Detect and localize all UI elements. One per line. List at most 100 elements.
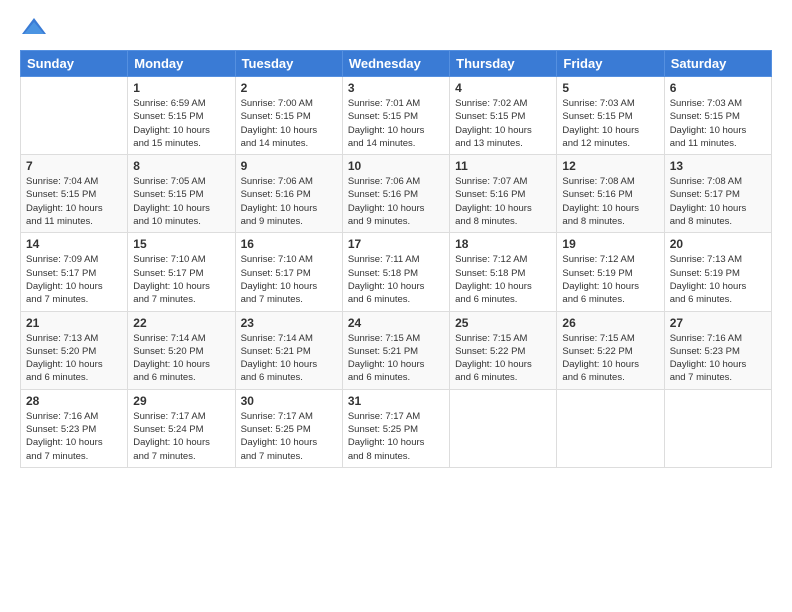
day-info: Sunrise: 7:06 AMSunset: 5:16 PMDaylight:… xyxy=(241,175,337,228)
calendar-cell: 10 Sunrise: 7:06 AMSunset: 5:16 PMDayligh… xyxy=(342,155,449,233)
day-number: 10 xyxy=(348,159,444,173)
calendar-cell: 26 Sunrise: 7:15 AMSunset: 5:22 PMDayligh… xyxy=(557,311,664,389)
calendar-cell: 14Sunrise: 7:09 AMSunset: 5:17 PMDayligh… xyxy=(21,233,128,311)
calendar-cell: 4 Sunrise: 7:02 AMSunset: 5:15 PMDaylight… xyxy=(450,77,557,155)
day-info: Sunrise: 7:15 AMSunset: 5:22 PMDaylight:… xyxy=(562,332,658,385)
calendar-cell: 17Sunrise: 7:11 AMSunset: 5:18 PMDayligh… xyxy=(342,233,449,311)
day-number: 24 xyxy=(348,316,444,330)
day-info: Sunrise: 7:17 AMSunset: 5:25 PMDaylight:… xyxy=(348,410,444,463)
day-info: Sunrise: 7:02 AMSunset: 5:15 PMDaylight:… xyxy=(455,97,551,150)
day-number: 4 xyxy=(455,81,551,95)
calendar-cell: 24 Sunrise: 7:15 AMSunset: 5:21 PMDayligh… xyxy=(342,311,449,389)
day-number: 31 xyxy=(348,394,444,408)
day-info: Sunrise: 7:04 AMSunset: 5:15 PMDaylight:… xyxy=(26,175,122,228)
calendar-cell: 25 Sunrise: 7:15 AMSunset: 5:22 PMDayligh… xyxy=(450,311,557,389)
day-info: Sunrise: 7:15 AMSunset: 5:21 PMDaylight:… xyxy=(348,332,444,385)
day-number: 2 xyxy=(241,81,337,95)
day-number: 27 xyxy=(670,316,766,330)
day-info: Sunrise: 7:15 AMSunset: 5:22 PMDaylight:… xyxy=(455,332,551,385)
calendar-cell xyxy=(557,389,664,467)
page: SundayMondayTuesdayWednesdayThursdayFrid… xyxy=(0,0,792,612)
day-info: Sunrise: 7:16 AMSunset: 5:23 PMDaylight:… xyxy=(670,332,766,385)
day-number: 28 xyxy=(26,394,122,408)
calendar-cell: 6 Sunrise: 7:03 AMSunset: 5:15 PMDaylight… xyxy=(664,77,771,155)
day-number: 30 xyxy=(241,394,337,408)
calendar-cell: 30 Sunrise: 7:17 AMSunset: 5:25 PMDayligh… xyxy=(235,389,342,467)
day-number: 7 xyxy=(26,159,122,173)
calendar-cell: 22 Sunrise: 7:14 AMSunset: 5:20 PMDayligh… xyxy=(128,311,235,389)
day-info: Sunrise: 7:07 AMSunset: 5:16 PMDaylight:… xyxy=(455,175,551,228)
day-info: Sunrise: 7:17 AMSunset: 5:24 PMDaylight:… xyxy=(133,410,229,463)
calendar-cell: 7 Sunrise: 7:04 AMSunset: 5:15 PMDaylight… xyxy=(21,155,128,233)
day-info: Sunrise: 7:08 AMSunset: 5:17 PMDaylight:… xyxy=(670,175,766,228)
day-info: Sunrise: 7:17 AMSunset: 5:25 PMDaylight:… xyxy=(241,410,337,463)
day-number: 14 xyxy=(26,237,122,251)
day-number: 11 xyxy=(455,159,551,173)
calendar-cell: 19Sunrise: 7:12 AMSunset: 5:19 PMDayligh… xyxy=(557,233,664,311)
logo xyxy=(20,16,52,38)
weekday-header: Saturday xyxy=(664,51,771,77)
calendar-cell: 31 Sunrise: 7:17 AMSunset: 5:25 PMDayligh… xyxy=(342,389,449,467)
day-number: 1 xyxy=(133,81,229,95)
calendar-cell: 1 Sunrise: 6:59 AMSunset: 5:15 PMDaylight… xyxy=(128,77,235,155)
weekday-header: Friday xyxy=(557,51,664,77)
day-info: Sunrise: 6:59 AMSunset: 5:15 PMDaylight:… xyxy=(133,97,229,150)
weekday-header: Sunday xyxy=(21,51,128,77)
day-number: 6 xyxy=(670,81,766,95)
day-number: 13 xyxy=(670,159,766,173)
calendar-cell: 18Sunrise: 7:12 AMSunset: 5:18 PMDayligh… xyxy=(450,233,557,311)
day-number: 26 xyxy=(562,316,658,330)
day-info: Sunrise: 7:10 AMSunset: 5:17 PMDaylight:… xyxy=(133,253,229,306)
calendar-cell: 3 Sunrise: 7:01 AMSunset: 5:15 PMDaylight… xyxy=(342,77,449,155)
header xyxy=(20,16,772,38)
calendar-cell: 9 Sunrise: 7:06 AMSunset: 5:16 PMDaylight… xyxy=(235,155,342,233)
calendar-cell: 2 Sunrise: 7:00 AMSunset: 5:15 PMDaylight… xyxy=(235,77,342,155)
day-info: Sunrise: 7:14 AMSunset: 5:21 PMDaylight:… xyxy=(241,332,337,385)
day-number: 23 xyxy=(241,316,337,330)
day-info: Sunrise: 7:03 AMSunset: 5:15 PMDaylight:… xyxy=(562,97,658,150)
day-number: 15 xyxy=(133,237,229,251)
day-info: Sunrise: 7:13 AMSunset: 5:19 PMDaylight:… xyxy=(670,253,766,306)
weekday-header: Monday xyxy=(128,51,235,77)
calendar-cell: 27 Sunrise: 7:16 AMSunset: 5:23 PMDayligh… xyxy=(664,311,771,389)
calendar-cell xyxy=(450,389,557,467)
day-number: 12 xyxy=(562,159,658,173)
day-info: Sunrise: 7:00 AMSunset: 5:15 PMDaylight:… xyxy=(241,97,337,150)
calendar-cell: 20Sunrise: 7:13 AMSunset: 5:19 PMDayligh… xyxy=(664,233,771,311)
calendar-cell: 28 Sunrise: 7:16 AMSunset: 5:23 PMDayligh… xyxy=(21,389,128,467)
calendar-cell: 21 Sunrise: 7:13 AMSunset: 5:20 PMDayligh… xyxy=(21,311,128,389)
day-info: Sunrise: 7:08 AMSunset: 5:16 PMDaylight:… xyxy=(562,175,658,228)
calendar-cell: 29 Sunrise: 7:17 AMSunset: 5:24 PMDayligh… xyxy=(128,389,235,467)
day-info: Sunrise: 7:14 AMSunset: 5:20 PMDaylight:… xyxy=(133,332,229,385)
calendar-table: SundayMondayTuesdayWednesdayThursdayFrid… xyxy=(20,50,772,468)
day-number: 21 xyxy=(26,316,122,330)
day-number: 29 xyxy=(133,394,229,408)
day-info: Sunrise: 7:01 AMSunset: 5:15 PMDaylight:… xyxy=(348,97,444,150)
calendar-cell: 11 Sunrise: 7:07 AMSunset: 5:16 PMDayligh… xyxy=(450,155,557,233)
day-number: 3 xyxy=(348,81,444,95)
calendar-cell: 12 Sunrise: 7:08 AMSunset: 5:16 PMDayligh… xyxy=(557,155,664,233)
day-number: 9 xyxy=(241,159,337,173)
day-number: 19 xyxy=(562,237,658,251)
day-info: Sunrise: 7:11 AMSunset: 5:18 PMDaylight:… xyxy=(348,253,444,306)
day-number: 25 xyxy=(455,316,551,330)
weekday-header: Tuesday xyxy=(235,51,342,77)
day-number: 18 xyxy=(455,237,551,251)
day-info: Sunrise: 7:16 AMSunset: 5:23 PMDaylight:… xyxy=(26,410,122,463)
weekday-header: Wednesday xyxy=(342,51,449,77)
day-info: Sunrise: 7:06 AMSunset: 5:16 PMDaylight:… xyxy=(348,175,444,228)
calendar-cell: 15 Sunrise: 7:10 AMSunset: 5:17 PMDayligh… xyxy=(128,233,235,311)
calendar-cell: 23 Sunrise: 7:14 AMSunset: 5:21 PMDayligh… xyxy=(235,311,342,389)
logo-icon xyxy=(20,16,48,38)
day-number: 8 xyxy=(133,159,229,173)
day-info: Sunrise: 7:03 AMSunset: 5:15 PMDaylight:… xyxy=(670,97,766,150)
day-number: 22 xyxy=(133,316,229,330)
calendar-cell: 16Sunrise: 7:10 AMSunset: 5:17 PMDayligh… xyxy=(235,233,342,311)
calendar-cell: 13 Sunrise: 7:08 AMSunset: 5:17 PMDayligh… xyxy=(664,155,771,233)
weekday-header: Thursday xyxy=(450,51,557,77)
calendar-cell: 5Sunrise: 7:03 AMSunset: 5:15 PMDaylight… xyxy=(557,77,664,155)
calendar-cell xyxy=(21,77,128,155)
day-info: Sunrise: 7:10 AMSunset: 5:17 PMDaylight:… xyxy=(241,253,337,306)
calendar-cell xyxy=(664,389,771,467)
day-info: Sunrise: 7:13 AMSunset: 5:20 PMDaylight:… xyxy=(26,332,122,385)
